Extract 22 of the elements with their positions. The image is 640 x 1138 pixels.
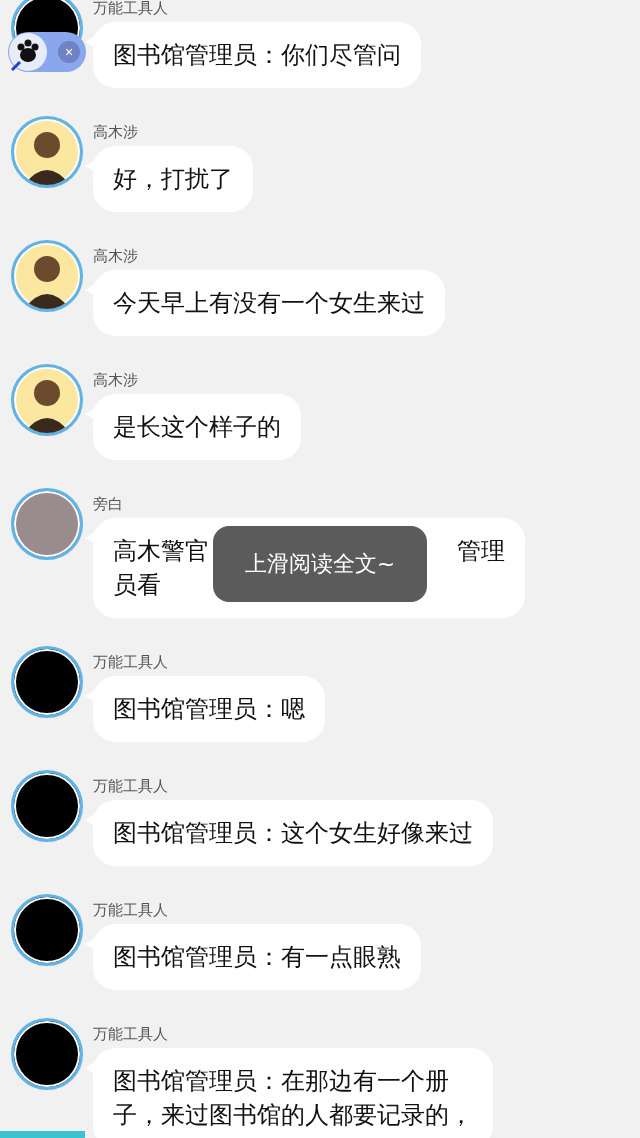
message-text: 图书馆管理员：在那边有一个册	[113, 1066, 449, 1097]
message-text: 今天早上有没有一个女生来过	[113, 288, 425, 319]
message-text: 子，来过图书馆的人都要记录的，	[113, 1100, 473, 1131]
sender-name: 万能工具人	[93, 778, 168, 794]
sender-name: 万能工具人	[93, 1026, 168, 1042]
sender-name: 高木涉	[93, 372, 138, 388]
message-text: 员看	[113, 570, 161, 601]
sender-name: 万能工具人	[93, 0, 168, 16]
message-text: 图书馆管理员：你们尽管问	[113, 40, 401, 71]
message-text: 图书馆管理员：这个女生好像来过	[113, 818, 473, 849]
sender-name: 万能工具人	[93, 902, 168, 918]
sender-name: 万能工具人	[93, 654, 168, 670]
message-text: 图书馆管理员：有一点眼熟	[113, 942, 401, 973]
sender-name: 高木涉	[93, 124, 138, 140]
toast: 上滑阅读全文~	[213, 526, 427, 602]
message-text: 管理	[457, 536, 505, 567]
message-text: 是长这个样子的	[113, 412, 281, 443]
sender-name: 高木涉	[93, 248, 138, 264]
message-text: 高木警官	[113, 536, 209, 567]
message-text: 好，打扰了	[113, 164, 233, 195]
sender-name: 旁白	[93, 496, 123, 512]
message-text: 图书馆管理员：嗯	[113, 694, 305, 725]
